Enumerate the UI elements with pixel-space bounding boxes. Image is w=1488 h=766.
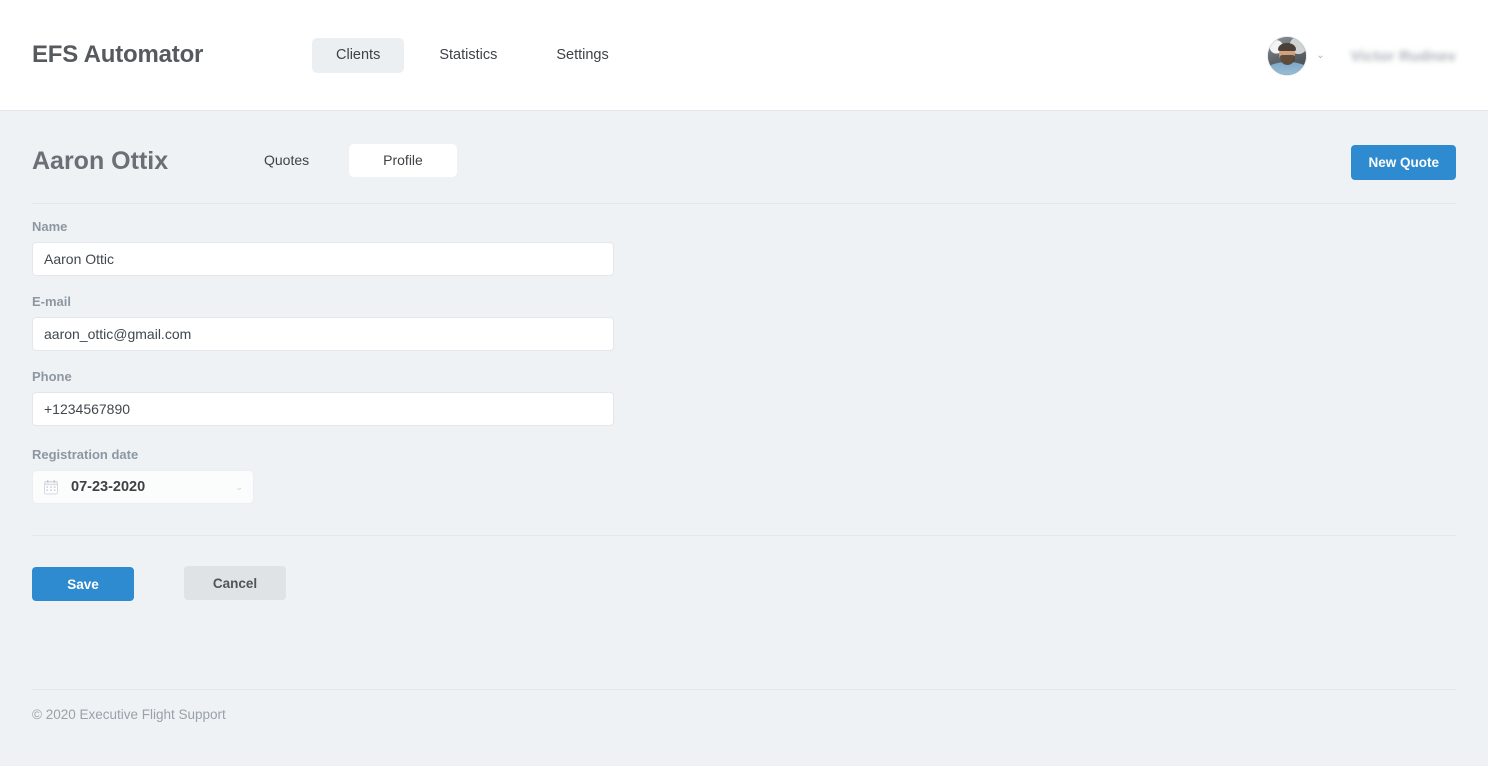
field-name: Name — [32, 219, 614, 276]
avatar-hair — [1278, 43, 1297, 52]
form-actions: Save Cancel — [32, 566, 286, 601]
nav-item-statistics[interactable]: Statistics — [415, 38, 521, 73]
calendar-icon — [44, 479, 58, 494]
page-title: Aaron Ottix — [32, 147, 169, 175]
save-button[interactable]: Save — [32, 567, 134, 601]
page-body: Aaron Ottix Quotes Profile New Quote Nam… — [0, 111, 1488, 766]
registration-date-picker[interactable]: 07-23-2020 ⌄ — [32, 470, 254, 504]
chevron-down-icon[interactable]: ⌄ — [1316, 51, 1324, 61]
nav-item-settings[interactable]: Settings — [532, 38, 632, 73]
footer-copyright: © 2020 Executive Flight Support — [32, 707, 226, 722]
page-header: Aaron Ottix Quotes Profile New Quote — [0, 111, 1488, 203]
email-input[interactable] — [32, 317, 614, 351]
phone-label: Phone — [32, 369, 72, 384]
app-brand-title: EFS Automator — [32, 41, 204, 68]
tab-quotes[interactable]: Quotes — [240, 144, 333, 177]
user-menu[interactable]: ⌄ Victor Rudnev — [1267, 36, 1456, 76]
avatar[interactable] — [1267, 36, 1308, 76]
name-input[interactable] — [32, 242, 614, 276]
cancel-button[interactable]: Cancel — [184, 566, 286, 600]
name-label: Name — [32, 219, 68, 234]
tab-profile[interactable]: Profile — [349, 144, 457, 177]
nav-item-clients[interactable]: Clients — [312, 38, 405, 73]
user-name-label: Victor Rudnev — [1350, 47, 1456, 65]
footer-divider — [32, 689, 1456, 690]
field-email: E-mail — [32, 294, 614, 351]
app-header: EFS Automator Clients Statistics Setting… — [0, 0, 1488, 111]
form-divider — [32, 535, 1456, 536]
registration-date-value: 07-23-2020 — [71, 479, 146, 495]
client-tabs: Quotes Profile — [240, 144, 457, 177]
new-quote-button[interactable]: New Quote — [1351, 145, 1456, 180]
phone-input[interactable] — [32, 392, 614, 426]
email-label: E-mail — [32, 294, 72, 309]
field-phone: Phone — [32, 369, 614, 426]
header-divider — [32, 203, 1456, 204]
profile-form: Name E-mail Phone Registration date — [32, 219, 614, 504]
registration-date-label: Registration date — [32, 447, 139, 462]
field-registration-date: Registration date 07-23-2020 ⌄ — [32, 447, 614, 504]
main-navigation: Clients Statistics Settings — [312, 38, 633, 73]
chevron-down-icon[interactable]: ⌄ — [235, 482, 243, 492]
